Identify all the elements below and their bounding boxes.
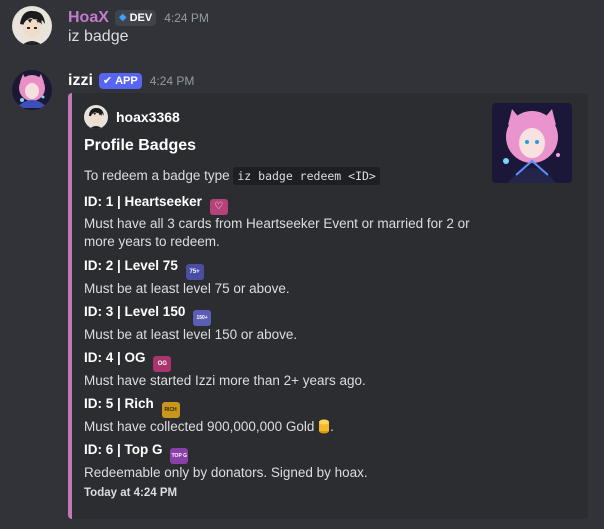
badge-description: Must be at least level 75 or above. [84, 281, 290, 296]
badge-title: ID: 1 | Heartseeker [84, 194, 202, 209]
level-75-badge-icon: 75+ [185, 264, 204, 280]
embed-footer-timestamp: Today at 4:24 PM [84, 487, 178, 499]
message-text: iz badge [68, 28, 129, 45]
badge-entry: ID: 2 | Level 75 75+ Must be at least le… [84, 257, 494, 298]
badge-title: ID: 6 | Top G [84, 442, 163, 457]
dev-tag: ◆ DEV [114, 10, 157, 26]
author-name-hoax[interactable]: HoaX [68, 9, 109, 27]
badge-description: Must have all 3 cards from Heartseeker E… [84, 216, 470, 231]
badge-description-continued: more years to redeem. [84, 234, 220, 249]
badge-title: ID: 2 | Level 75 [84, 258, 178, 273]
embed-thumbnail[interactable] [492, 103, 572, 183]
badge-description: Redeemable only by donators. Signed by h… [84, 465, 368, 480]
badge-title: ID: 3 | Level 150 [84, 304, 186, 319]
top-g-badge-icon: TOP G [170, 448, 189, 464]
rich-badge-icon: RICH [161, 402, 180, 418]
badge-entry: ID: 3 | Level 150 150+ Must be at least … [84, 303, 494, 344]
redeem-instructions: To redeem a badge type iz badge redeem <… [84, 167, 494, 185]
embed-author-name[interactable]: hoax3368 [116, 109, 180, 125]
badge-entry: ID: 5 | Rich RICH Must have collected 90… [84, 395, 494, 436]
level-150-badge-icon: 150+ [193, 310, 212, 326]
app-tag-label: APP [115, 75, 138, 87]
embed-title: Profile Badges [84, 137, 197, 154]
timestamp[interactable]: 4:24 PM [150, 74, 195, 88]
badge-title: ID: 5 | Rich [84, 396, 154, 411]
dev-tag-label: DEV [129, 12, 153, 24]
gold-coins-icon [318, 418, 330, 434]
app-tag: ✔ APP [98, 73, 142, 89]
author-name-izzi[interactable]: izzi [68, 72, 93, 90]
badge-entry: ID: 1 | Heartseeker ♡ Must have all 3 ca… [84, 193, 494, 251]
badge-title: ID: 4 | OG [84, 350, 146, 365]
heart-badge-icon: ♡ [209, 199, 228, 215]
redeem-command: iz badge redeem <ID> [233, 167, 380, 185]
dev-flame-icon: ◆ [118, 12, 127, 23]
badge-entry: ID: 4 | OG OG Must have started Izzi mor… [84, 349, 494, 390]
timestamp[interactable]: 4:24 PM [164, 11, 209, 25]
profile-badges-embed: hoax3368 Profile Badges To redeem a badg… [68, 93, 588, 519]
redeem-intro-text: To redeem a badge type [84, 168, 230, 183]
checkmark-icon: ✔ [102, 75, 113, 87]
badge-description: Must have collected 900,000,000 Gold [84, 419, 315, 434]
embed-author: hoax3368 [84, 105, 180, 129]
hoax-avatar[interactable] [12, 6, 52, 46]
badge-description-suffix: . [330, 419, 334, 434]
badge-entry: ID: 6 | Top G TOP G Redeemable only by d… [84, 441, 494, 482]
embed-author-avatar [84, 105, 108, 129]
izzi-avatar[interactable] [12, 70, 52, 110]
badge-description: Must be at least level 150 or above. [84, 327, 298, 342]
badge-description: Must have started Izzi more than 2+ year… [84, 373, 366, 388]
og-badge-icon: OG [153, 356, 172, 372]
